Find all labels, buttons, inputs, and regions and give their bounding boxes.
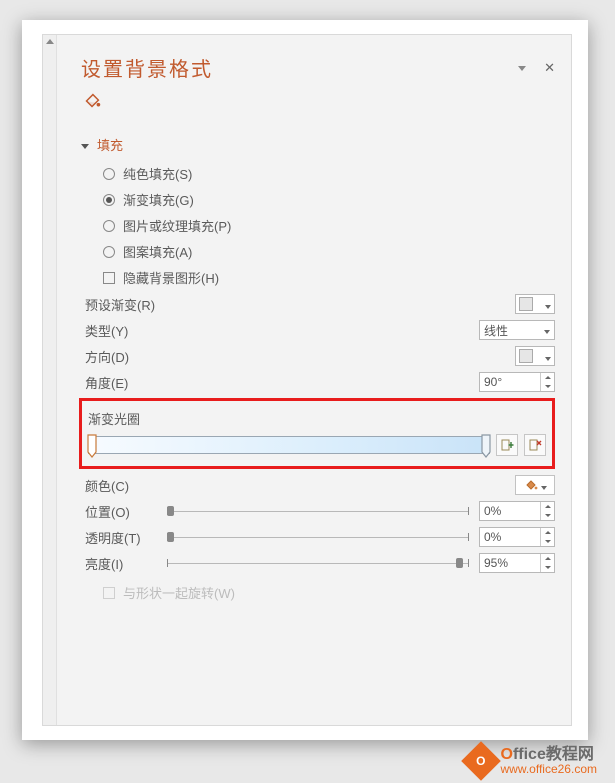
radio-icon	[103, 168, 115, 180]
remove-gradient-stop-button[interactable]	[524, 434, 546, 456]
transparency-spinner[interactable]: 0%	[479, 527, 555, 547]
angle-label: 角度(E)	[85, 373, 128, 392]
gradient-stops-highlight: 渐变光圈	[79, 398, 555, 469]
direction-swatch-icon	[519, 349, 533, 363]
transparency-label: 透明度(T)	[85, 528, 157, 547]
position-spinner[interactable]: 0%	[479, 501, 555, 521]
type-value: 线性	[484, 322, 508, 339]
picture-texture-fill-radio[interactable]: 图片或纹理填充(P)	[103, 216, 555, 235]
spin-up-icon[interactable]	[541, 528, 554, 537]
collapse-triangle-icon	[81, 137, 91, 152]
format-background-panel: 设置背景格式 填充 纯色填充(S) 渐变填充(G)	[42, 34, 572, 726]
solid-fill-radio[interactable]: 纯色填充(S)	[103, 164, 555, 183]
pattern-fill-label: 图案填充(A)	[123, 242, 192, 261]
brightness-label: 亮度(I)	[85, 554, 157, 573]
radio-icon	[103, 246, 115, 258]
type-label: 类型(Y)	[85, 321, 128, 340]
solid-fill-label: 纯色填充(S)	[123, 164, 192, 183]
scroll-up-icon[interactable]	[45, 37, 55, 47]
gradient-fill-radio[interactable]: 渐变填充(G)	[103, 190, 555, 209]
gradient-stop-handle[interactable]	[87, 434, 97, 458]
hide-bg-label: 隐藏背景图形(H)	[123, 268, 219, 287]
preset-gradient-label: 预设渐变(R)	[85, 295, 155, 314]
position-value: 0%	[480, 504, 540, 518]
gradient-stops-label: 渐变光圈	[88, 409, 546, 428]
gradient-stop-handle[interactable]	[481, 434, 491, 458]
type-combobox[interactable]: 线性	[479, 320, 555, 340]
watermark-brand: Office教程网	[501, 747, 598, 763]
spin-up-icon[interactable]	[541, 554, 554, 563]
fill-bucket-icon	[524, 478, 538, 492]
checkbox-icon	[103, 587, 115, 599]
add-gradient-stop-button[interactable]	[496, 434, 518, 456]
brightness-value: 95%	[480, 556, 540, 570]
spin-up-icon[interactable]	[541, 373, 554, 382]
fill-bucket-icon[interactable]	[81, 90, 103, 112]
angle-spinner[interactable]: 90°	[479, 372, 555, 392]
direction-dropdown[interactable]	[515, 346, 555, 366]
watermark-badge-icon: O	[461, 741, 501, 781]
gradient-stops-track[interactable]	[88, 436, 490, 454]
spin-down-icon[interactable]	[541, 563, 554, 572]
color-picker-button[interactable]	[515, 475, 555, 495]
position-slider[interactable]	[167, 504, 469, 518]
pattern-fill-radio[interactable]: 图案填充(A)	[103, 242, 555, 261]
brightness-slider[interactable]	[167, 556, 469, 570]
color-label: 颜色(C)	[85, 476, 129, 495]
position-label: 位置(O)	[85, 502, 157, 521]
rotate-with-shape-checkbox: 与形状一起旋转(W)	[103, 583, 555, 602]
radio-icon	[103, 194, 115, 206]
watermark: O Office教程网 www.office26.com	[467, 747, 598, 775]
preset-swatch-icon	[519, 297, 533, 311]
checkbox-icon	[103, 272, 115, 284]
gradient-fill-label: 渐变填充(G)	[123, 190, 194, 209]
fill-section-header[interactable]: 填充	[81, 135, 555, 154]
scrollbar-gutter[interactable]	[43, 35, 57, 725]
transparency-slider[interactable]	[167, 530, 469, 544]
picture-texture-label: 图片或纹理填充(P)	[123, 216, 231, 235]
chevron-down-icon	[545, 349, 551, 364]
direction-label: 方向(D)	[85, 347, 129, 366]
spin-down-icon[interactable]	[541, 537, 554, 546]
chevron-down-icon	[541, 478, 547, 493]
close-icon[interactable]	[544, 60, 555, 76]
preset-gradient-dropdown[interactable]	[515, 294, 555, 314]
panel-title: 设置背景格式	[81, 53, 213, 82]
panel-menu-caret-icon[interactable]	[518, 60, 526, 76]
chevron-down-icon	[544, 323, 550, 337]
spin-down-icon[interactable]	[541, 511, 554, 520]
radio-icon	[103, 220, 115, 232]
fill-section-label: 填充	[97, 135, 123, 154]
hide-bg-checkbox[interactable]: 隐藏背景图形(H)	[103, 268, 555, 287]
transparency-value: 0%	[480, 530, 540, 544]
watermark-url: www.office26.com	[501, 763, 598, 775]
chevron-down-icon	[545, 297, 551, 312]
brightness-spinner[interactable]: 95%	[479, 553, 555, 573]
spin-up-icon[interactable]	[541, 502, 554, 511]
rotate-with-shape-label: 与形状一起旋转(W)	[123, 583, 235, 602]
angle-value: 90°	[480, 375, 540, 389]
spin-down-icon[interactable]	[541, 382, 554, 391]
